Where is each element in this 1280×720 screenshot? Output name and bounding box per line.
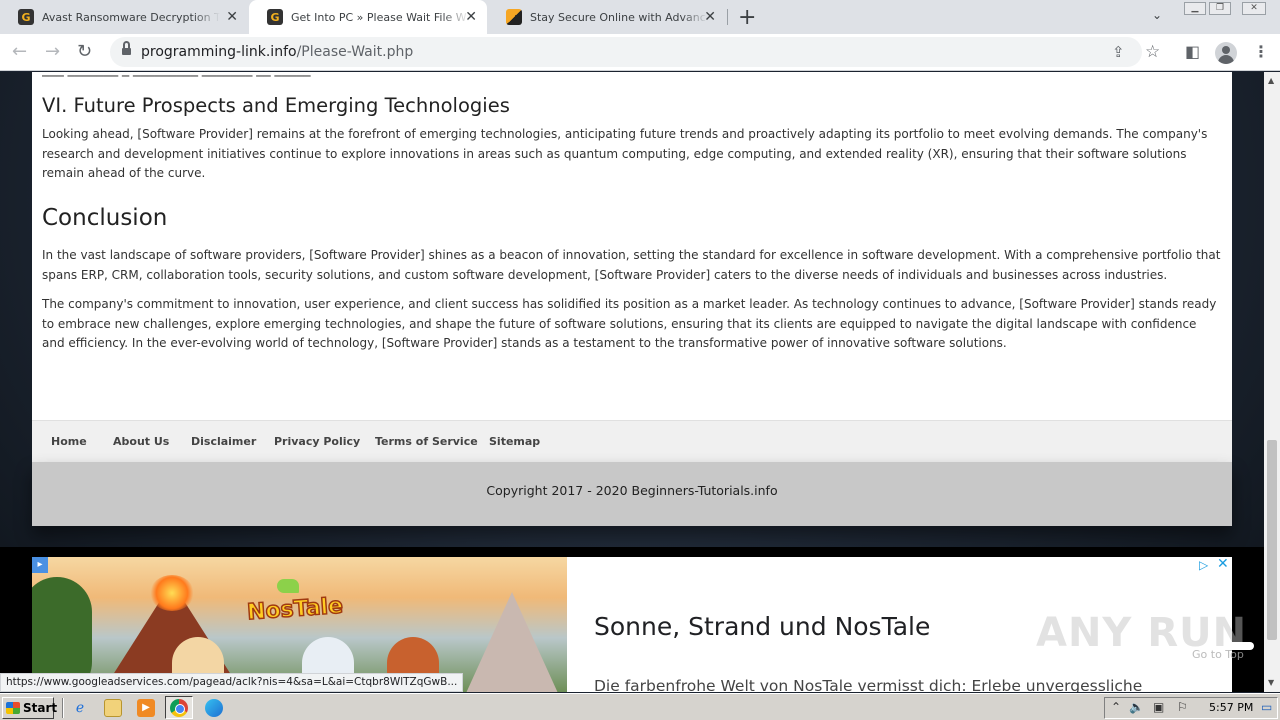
ad-mountain-shape [462,592,562,692]
network-icon[interactable]: ▣ [1153,700,1164,714]
back-arrow-icon[interactable]: ← [12,41,27,62]
media-player-icon[interactable]: ▶ [137,699,155,717]
close-tab-icon[interactable]: ✕ [465,9,477,25]
footer-link-terms-of-service[interactable]: Terms of Service [375,435,478,448]
scroll-down-arrow-icon[interactable]: ▼ [1268,678,1274,687]
share-icon[interactable]: ⇪ [1112,43,1125,61]
close-tab-icon[interactable]: ✕ [704,9,716,25]
tray-expand-icon[interactable]: ⌃ [1111,700,1121,714]
cut-off-line: ─── ─────── ─ ───────── ─────── ── ───── [42,72,311,77]
ad-logo-wing-shape [277,579,299,593]
windows-taskbar: Start ℯ ▶ ⌃ 🔈 ▣ ⚐ 5:57 PM ▭ [0,693,1280,720]
footer-link-home[interactable]: Home [51,435,87,448]
tab-title: Get Into PC » Please Wait File Will St [291,10,469,24]
page-scrollbar[interactable]: ▲ ▼ [1264,72,1280,692]
footer-link-privacy-policy[interactable]: Privacy Policy [274,435,360,448]
bookmark-star-icon[interactable]: ☆ [1145,42,1160,62]
tab-getintopc[interactable]: G Get Into PC » Please Wait File Will St… [249,0,487,34]
section-heading: VI. Future Prospects and Emerging Techno… [42,94,510,117]
profile-avatar-icon[interactable] [1215,42,1237,64]
chrome-icon[interactable] [170,699,188,717]
lock-icon [122,41,131,56]
taskbar-separator [62,698,64,718]
ad-image[interactable]: NosTale ▸ [32,557,567,692]
ad-info-icon[interactable]: ▸ [32,557,48,573]
g-favicon-icon: G [18,9,34,25]
shield-favicon-icon [506,9,522,25]
g-favicon-icon: G [267,9,283,25]
tab-stay-secure[interactable]: Stay Secure Online with Advanced A ✕ [488,0,726,34]
tab-separator [727,9,728,25]
address-url[interactable]: programming-link.info/Please-Wait.php [141,44,413,60]
copyright-text: Copyright 2017 - 2020 Beginners-Tutorial… [486,483,778,498]
browser-toolbar: ← → ↻ programming-link.info/Please-Wait.… [0,34,1280,71]
address-bar[interactable]: programming-link.info/Please-Wait.php ⇪ … [110,37,1160,67]
forward-arrow-icon[interactable]: → [45,41,60,62]
tab-search-chevron-icon[interactable]: ⌄ [1152,8,1162,22]
conclusion-paragraph-2: The company's commitment to innovation, … [42,297,1217,350]
conclusion-heading: Conclusion [42,205,168,231]
clock[interactable]: 5:57 PM [1209,701,1253,714]
edge-icon[interactable] [205,699,223,717]
footer-link-sitemap[interactable]: Sitemap [489,435,540,448]
internet-explorer-icon[interactable]: ℯ [71,699,89,717]
url-domain: programming-link.info [141,44,297,60]
folder-icon[interactable] [104,699,122,717]
url-path: /Please-Wait.php [296,44,414,60]
side-panel-icon[interactable]: ◧ [1185,42,1200,61]
conclusion-paragraph-1: In the vast landscape of software provid… [42,248,1221,282]
section-paragraph: Looking ahead, [Software Provider] remai… [42,127,1208,180]
tab-title: Avast Ransomware Decryption Tools [42,10,220,24]
adchoices-icon[interactable]: ▷ [1199,558,1208,572]
ad-close-icon[interactable]: ✕ [1217,557,1229,572]
tab-title: Stay Secure Online with Advanced A [530,10,708,24]
close-window-icon[interactable]: ✕ [1242,2,1266,15]
start-button[interactable]: Start [2,697,58,719]
windows-logo-icon [6,702,20,714]
show-desktop-icon[interactable]: ▭ [1261,700,1272,714]
restore-window-icon[interactable]: ❐ [1209,2,1231,15]
article-content: ─── ─────── ─ ───────── ─────── ── ─────… [32,72,1232,472]
minimize-window-icon[interactable]: ▁ [1184,2,1206,15]
browser-tab-strip: G Avast Ransomware Decryption Tools ✕ G … [0,0,1280,34]
ad-headline[interactable]: Sonne, Strand und NosTale [594,612,930,641]
footer-copyright: Copyright 2017 - 2020 Beginners-Tutorial… [32,462,1232,526]
close-tab-icon[interactable]: ✕ [226,9,238,25]
footer-link-disclaimer[interactable]: Disclaimer [191,435,256,448]
menu-kebab-icon[interactable]: ⋮ [1253,42,1269,61]
ad-lava-shape [150,575,194,611]
page-viewport: ─── ─────── ─ ───────── ─────── ── ─────… [0,72,1264,692]
footer-link-about-us[interactable]: About Us [113,435,169,448]
scrollbar-thumb[interactable] [1267,440,1277,640]
volume-icon[interactable]: 🔈 [1129,700,1144,714]
go-to-top-link[interactable]: Go to Top [1192,648,1244,661]
start-label: Start [23,701,58,715]
reload-icon[interactable]: ↻ [77,41,92,62]
scroll-up-arrow-icon[interactable]: ▲ [1268,76,1274,85]
status-bar-link: https://www.googleadservices.com/pagead/… [0,673,464,692]
ad-description[interactable]: Die farbenfrohe Welt von NosTale vermiss… [594,677,1142,692]
system-tray: ⌃ 🔈 ▣ ⚐ 5:57 PM ▭ [1104,697,1278,719]
tab-avast[interactable]: G Avast Ransomware Decryption Tools ✕ [0,0,248,34]
footer-nav: Home About Us Disclaimer Privacy Policy … [32,420,1232,462]
action-center-flag-icon[interactable]: ⚐ [1177,700,1188,714]
nostale-logo: NosTale [245,593,344,626]
new-tab-plus-icon[interactable]: + [738,5,756,30]
